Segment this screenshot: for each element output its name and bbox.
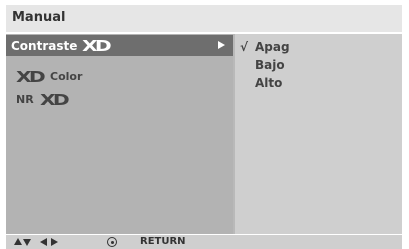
arrow-up-icon [14, 238, 22, 245]
arrow-down-icon [23, 239, 31, 246]
check-icon: √ [240, 40, 249, 54]
menu-item-nr-xd[interactable]: NR XD [6, 89, 233, 110]
submenu-options: √ Apag Bajo Alto [235, 34, 402, 234]
menu-item-label: Color [50, 70, 83, 83]
arrow-left-icon [40, 238, 47, 246]
page-title: Manual [12, 10, 66, 25]
xd-logo: XD [16, 67, 46, 86]
menu-item-xd-color[interactable]: XD Color [6, 66, 233, 87]
ok-button-icon [107, 237, 117, 247]
xd-logo: XD [39, 90, 70, 109]
menu-item-contraste-xd[interactable]: Contraste XD [6, 35, 233, 56]
menu-item-label: NR [16, 93, 34, 106]
menu-list: Contraste XD XD Color NR XD [6, 34, 233, 234]
arrow-right-icon [218, 41, 225, 49]
option-label: Bajo [255, 58, 285, 72]
menu-item-label: Contraste [11, 38, 78, 53]
footer-nav-hints: RETURN [6, 234, 402, 249]
xd-logo: XD [82, 36, 112, 55]
option-label: Apag [255, 40, 290, 54]
return-label: RETURN [140, 236, 186, 247]
arrow-right-icon [51, 238, 58, 246]
osd-menu: Manual Contraste XD XD Color NR XD √ Apa… [6, 5, 402, 249]
title-bar: Manual [6, 5, 402, 34]
option-label: Alto [255, 76, 283, 90]
